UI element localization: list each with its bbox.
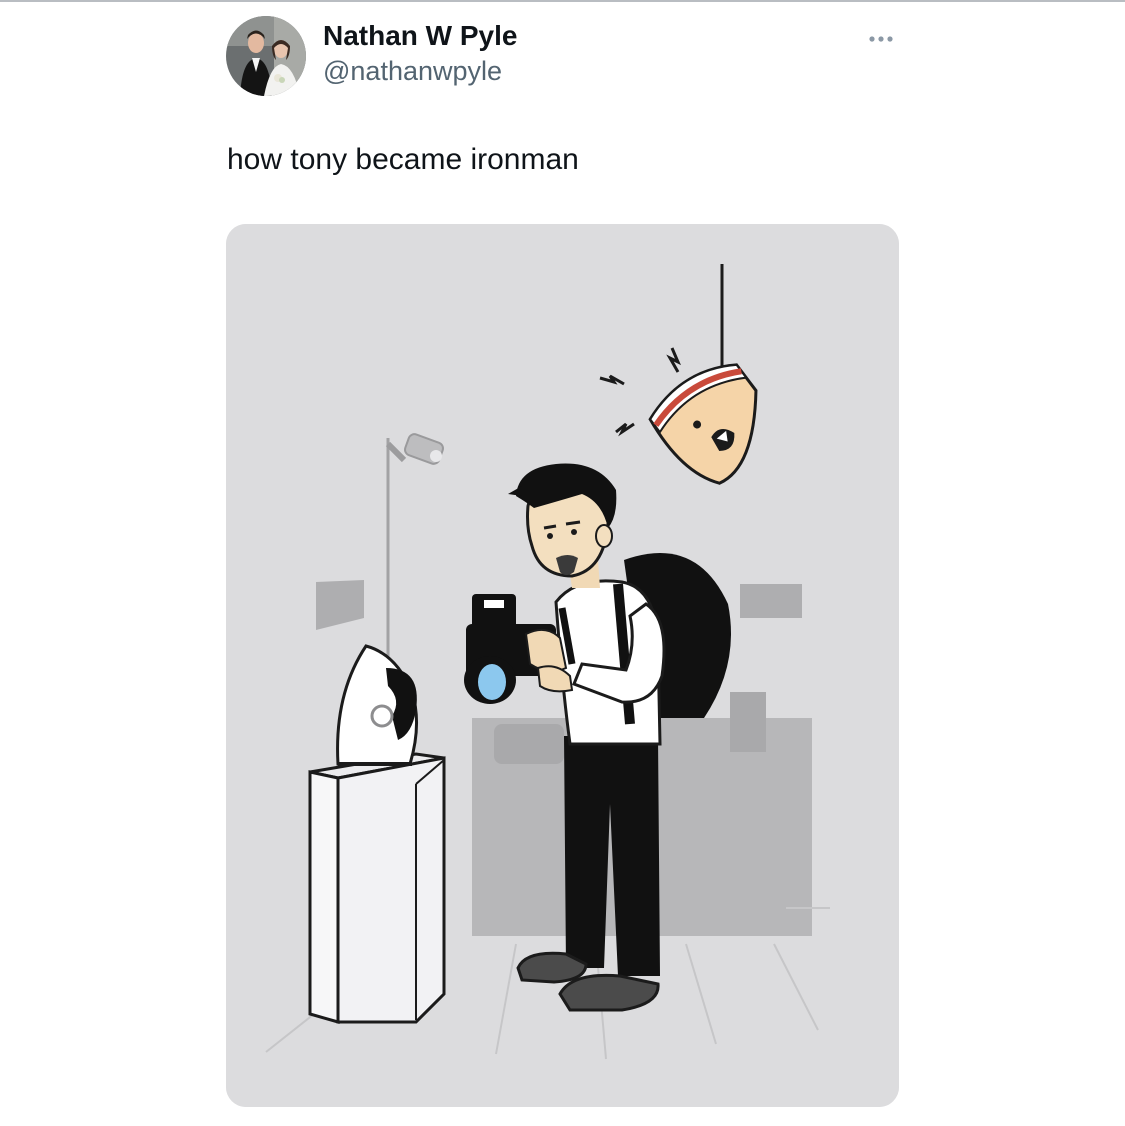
more-options-button[interactable] (860, 26, 902, 52)
avatar[interactable] (226, 16, 306, 96)
more-horizontal-icon (869, 36, 893, 42)
comic-illustration-icon (226, 224, 899, 1107)
author-display-name[interactable]: Nathan W Pyle (323, 20, 517, 52)
profile-photo-icon (226, 16, 306, 96)
tweet-media[interactable] (226, 224, 899, 1107)
top-divider (0, 0, 1125, 2)
tweet-text: how tony became ironman (227, 143, 579, 176)
author-handle[interactable]: @nathanwpyle (323, 56, 502, 87)
